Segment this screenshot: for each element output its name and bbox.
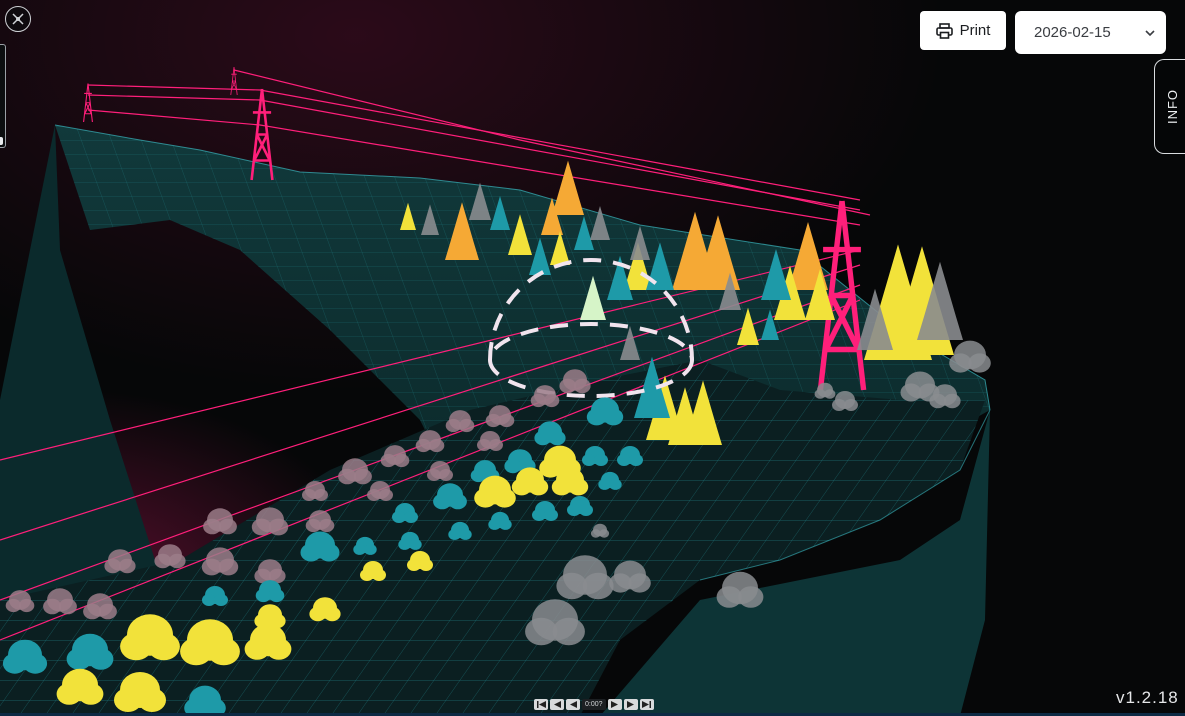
skip-end-icon xyxy=(642,701,652,708)
date-value: 2026-02-15 xyxy=(1034,24,1111,41)
skip-start-button[interactable] xyxy=(534,699,548,710)
step-forward-button[interactable] xyxy=(623,699,638,710)
timeline-controls: 0:00? xyxy=(534,698,654,711)
left-panel-handle[interactable] xyxy=(0,44,6,148)
skip-end-button[interactable] xyxy=(639,699,654,710)
info-tab-label: INFO xyxy=(1165,88,1180,125)
step-back-button[interactable] xyxy=(550,699,564,710)
printer-icon xyxy=(935,22,953,39)
play-icon xyxy=(611,701,619,708)
step-back-icon xyxy=(553,701,561,708)
version-label: v1.2.18 xyxy=(1116,688,1179,707)
play-button[interactable] xyxy=(607,699,622,710)
handle-grip-icon xyxy=(0,137,3,145)
date-select[interactable]: 2026-02-15 xyxy=(1015,11,1166,54)
skip-start-icon xyxy=(536,701,546,708)
step-forward-icon xyxy=(627,701,635,708)
play-back-icon xyxy=(569,701,577,708)
info-tab[interactable]: INFO xyxy=(1154,59,1185,154)
compass-icon xyxy=(12,13,24,25)
reset-view-button[interactable] xyxy=(5,6,31,32)
timeline-time: 0:00? xyxy=(582,699,606,710)
play-back-button[interactable] xyxy=(566,699,580,710)
print-label: Print xyxy=(959,22,991,39)
chevron-down-icon xyxy=(1145,29,1155,36)
print-button[interactable]: Print xyxy=(920,11,1006,50)
3d-lidar-viewport[interactable] xyxy=(0,0,1185,716)
